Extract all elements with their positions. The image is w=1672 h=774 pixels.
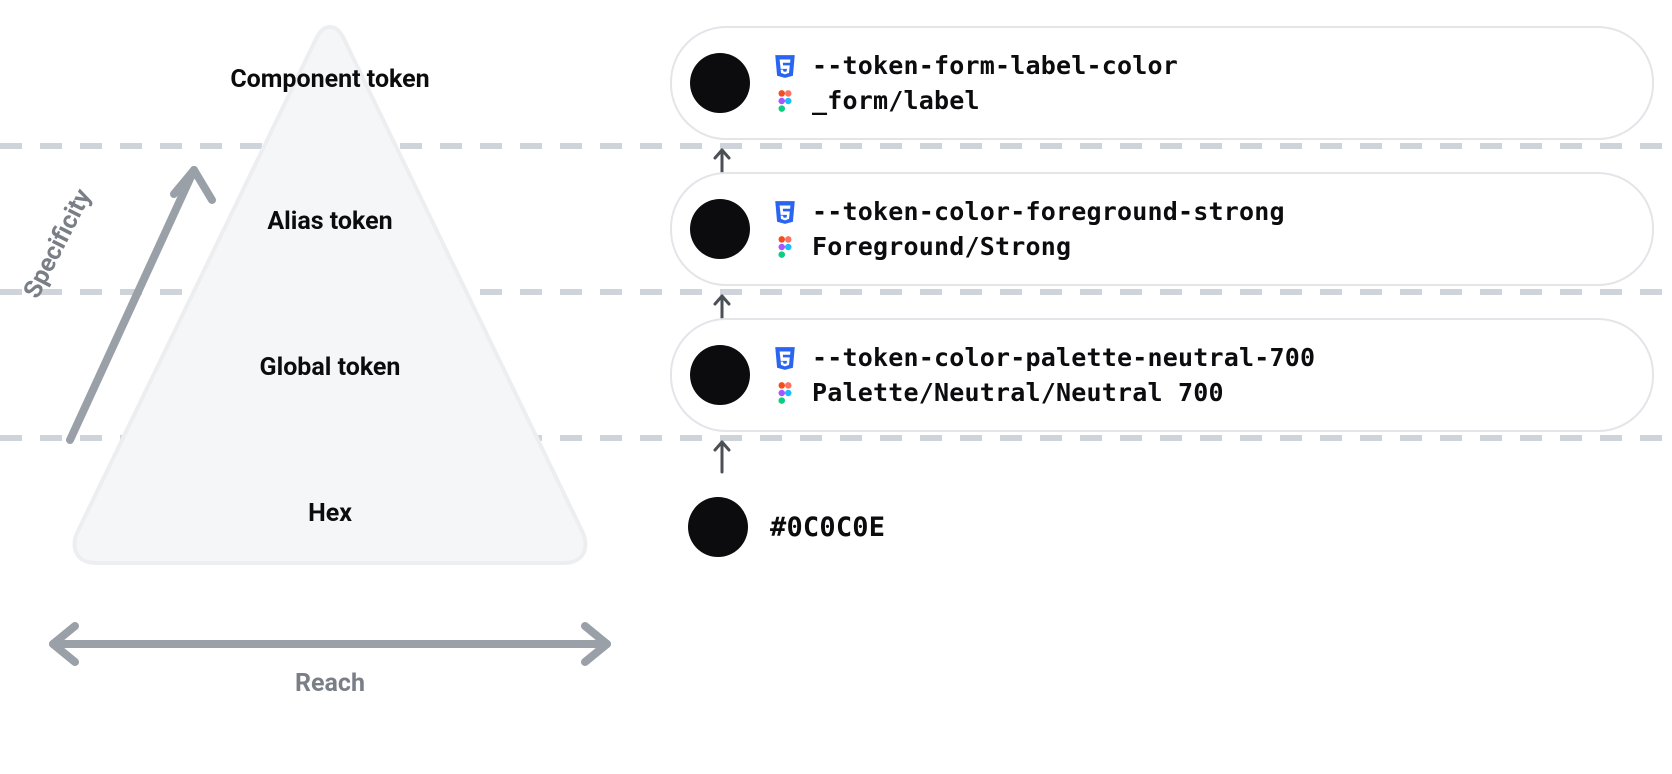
hex-value-line: #0C0C0E: [770, 512, 885, 543]
token-card: --token-color-foreground-strong Foregrou…: [670, 172, 1654, 286]
tier-label-component: Component token: [70, 65, 590, 94]
figma-token-name: Palette/Neutral/Neutral 700: [812, 378, 1224, 407]
figma-token-line: Palette/Neutral/Neutral 700: [772, 378, 1315, 407]
css-token-name: --token-form-label-color: [812, 51, 1178, 80]
figma-token-line: Foreground/Strong: [772, 232, 1285, 261]
figma-icon: [772, 234, 798, 260]
token-pyramid: Component token Alias token Global token…: [70, 21, 590, 569]
token-lines: #0C0C0E: [770, 512, 885, 543]
axis-reach: Reach: [35, 614, 625, 704]
token-card: --token-form-label-color _form/label: [670, 26, 1654, 140]
hex-value: #0C0C0E: [770, 512, 885, 543]
css-token-line: --token-color-foreground-strong: [772, 197, 1285, 226]
figma-icon: [772, 88, 798, 114]
token-card: #0C0C0E: [670, 476, 1654, 578]
css-token-name: --token-color-foreground-strong: [812, 197, 1285, 226]
token-card: --token-color-palette-neutral-700 Palett…: [670, 318, 1654, 432]
tier-label-global: Global token: [70, 353, 590, 382]
css-icon: [772, 345, 798, 371]
css-token-line: --token-color-palette-neutral-700: [772, 343, 1315, 372]
token-entries: --token-form-label-color _form/label: [670, 18, 1654, 602]
figma-token-name: Foreground/Strong: [812, 232, 1071, 261]
tier-label-hex: Hex: [70, 499, 590, 528]
token-lines: --token-form-label-color _form/label: [772, 51, 1178, 115]
css-token-name: --token-color-palette-neutral-700: [812, 343, 1315, 372]
figma-token-line: _form/label: [772, 86, 1178, 115]
token-entry-hex: #0C0C0E: [670, 456, 1654, 602]
figma-icon: [772, 380, 798, 406]
css-icon: [772, 199, 798, 225]
diagram-stage: Component token Alias token Global token…: [0, 0, 1672, 774]
css-token-line: --token-form-label-color: [772, 51, 1178, 80]
token-entry-component: --token-form-label-color _form/label: [670, 18, 1654, 164]
color-swatch: [690, 53, 750, 113]
token-lines: --token-color-foreground-strong Foregrou…: [772, 197, 1285, 261]
css-icon: [772, 53, 798, 79]
token-entry-alias: --token-color-foreground-strong Foregrou…: [670, 164, 1654, 310]
color-swatch: [690, 199, 750, 259]
token-entry-global: --token-color-palette-neutral-700 Palett…: [670, 310, 1654, 456]
color-swatch: [688, 497, 748, 557]
axis-reach-label: Reach: [35, 669, 625, 698]
figma-token-name: _form/label: [812, 86, 980, 115]
tier-label-alias: Alias token: [70, 207, 590, 236]
token-lines: --token-color-palette-neutral-700 Palett…: [772, 343, 1315, 407]
color-swatch: [690, 345, 750, 405]
